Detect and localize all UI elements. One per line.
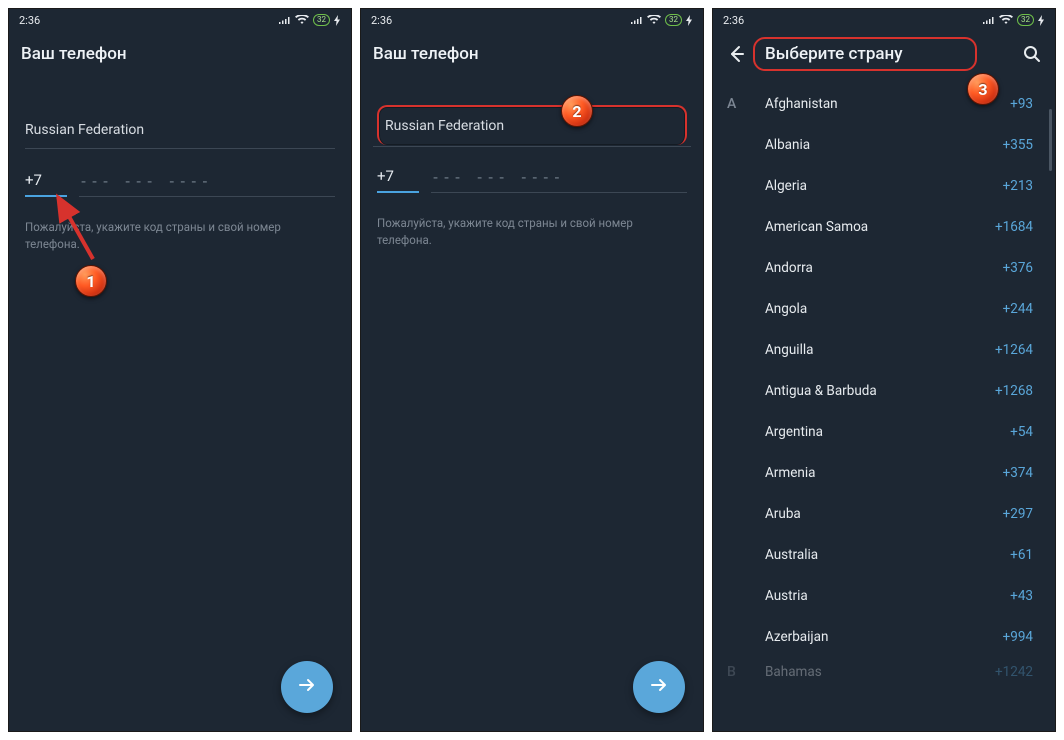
next-button[interactable] [281,661,333,713]
country-list[interactable]: A Afghanistan +93 Albania+355 Algeria+21… [713,83,1055,687]
battery-indicator: 32 [665,14,682,26]
status-indicators: 32 [982,14,1045,26]
next-button[interactable] [633,661,685,713]
country-row[interactable]: A Afghanistan +93 [713,83,1055,124]
screen-phone-entry: 2:36 32 Ваш телефон Russian Federation +… [8,8,352,732]
status-indicators: 32 [278,14,341,26]
status-time: 2:36 [371,14,392,27]
page-title: Ваш телефон [21,44,127,64]
charging-icon [1038,15,1045,26]
phone-number-input[interactable]: --- --- ---- [79,172,335,197]
country-code-input[interactable]: +7 [25,171,67,197]
status-time: 2:36 [723,14,744,27]
country-row[interactable]: Australia+61 [713,534,1055,575]
app-bar: Ваш телефон [9,31,351,77]
country-row[interactable]: Armenia+374 [713,452,1055,493]
country-row[interactable]: Albania+355 [713,124,1055,165]
arrow-right-icon [296,674,318,700]
battery-indicator: 32 [1017,14,1034,26]
country-selector[interactable]: Russian Federation [25,111,335,149]
charging-icon [686,15,693,26]
country-row[interactable]: Anguilla+1264 [713,329,1055,370]
wifi-icon [295,15,309,25]
scrollbar-thumb[interactable] [1049,109,1052,171]
screen-country-picker: 2:36 32 Выберите страну 3 A Afghanistan [712,8,1056,732]
signal-icon [630,16,643,25]
arrow-right-icon [648,674,670,700]
country-row[interactable]: Antigua & Barbuda+1268 [713,370,1055,411]
status-indicators: 32 [630,14,693,26]
status-time: 2:36 [19,14,40,27]
country-row[interactable]: Algeria+213 [713,165,1055,206]
country-selector[interactable]: Russian Federation [377,105,687,145]
screen-phone-entry-highlighted: 2:36 32 Ваш телефон Russian Federation +… [360,8,704,732]
app-bar: Ваш телефон [361,31,703,77]
country-row[interactable]: Angola+244 [713,288,1055,329]
country-name: Russian Federation [385,118,504,134]
section-header: B [727,664,736,680]
callout-badge-1: 1 [75,265,107,297]
country-code-input[interactable]: +7 [377,167,419,193]
country-row[interactable]: American Samoa+1684 [713,206,1055,247]
title-highlight [753,37,977,71]
hint-text: Пожалуйста, укажите код страны и свой но… [377,215,647,248]
status-bar: 2:36 32 [9,9,351,31]
page-title: Ваш телефон [373,44,479,64]
country-row[interactable]: B Bahamas +1242 [713,657,1055,687]
signal-icon [278,16,291,25]
charging-icon [334,15,341,26]
back-button[interactable] [725,43,747,65]
country-row[interactable]: Andorra+376 [713,247,1055,288]
country-row[interactable]: Austria+43 [713,575,1055,616]
battery-indicator: 32 [313,14,330,26]
status-bar: 2:36 32 [361,9,703,31]
country-name: Russian Federation [25,122,144,138]
hint-text: Пожалуйста, укажите код страны и свой но… [25,219,295,252]
section-header: A [727,96,736,112]
country-row[interactable]: Aruba+297 [713,493,1055,534]
wifi-icon [647,15,661,25]
phone-number-input[interactable]: --- --- ---- [431,168,687,193]
search-button[interactable] [1021,43,1043,65]
wifi-icon [999,15,1013,25]
country-row[interactable]: Argentina+54 [713,411,1055,452]
callout-badge-2: 2 [561,95,593,127]
country-row[interactable]: Azerbaijan+994 [713,616,1055,657]
status-bar: 2:36 32 [713,9,1055,31]
signal-icon [982,16,995,25]
